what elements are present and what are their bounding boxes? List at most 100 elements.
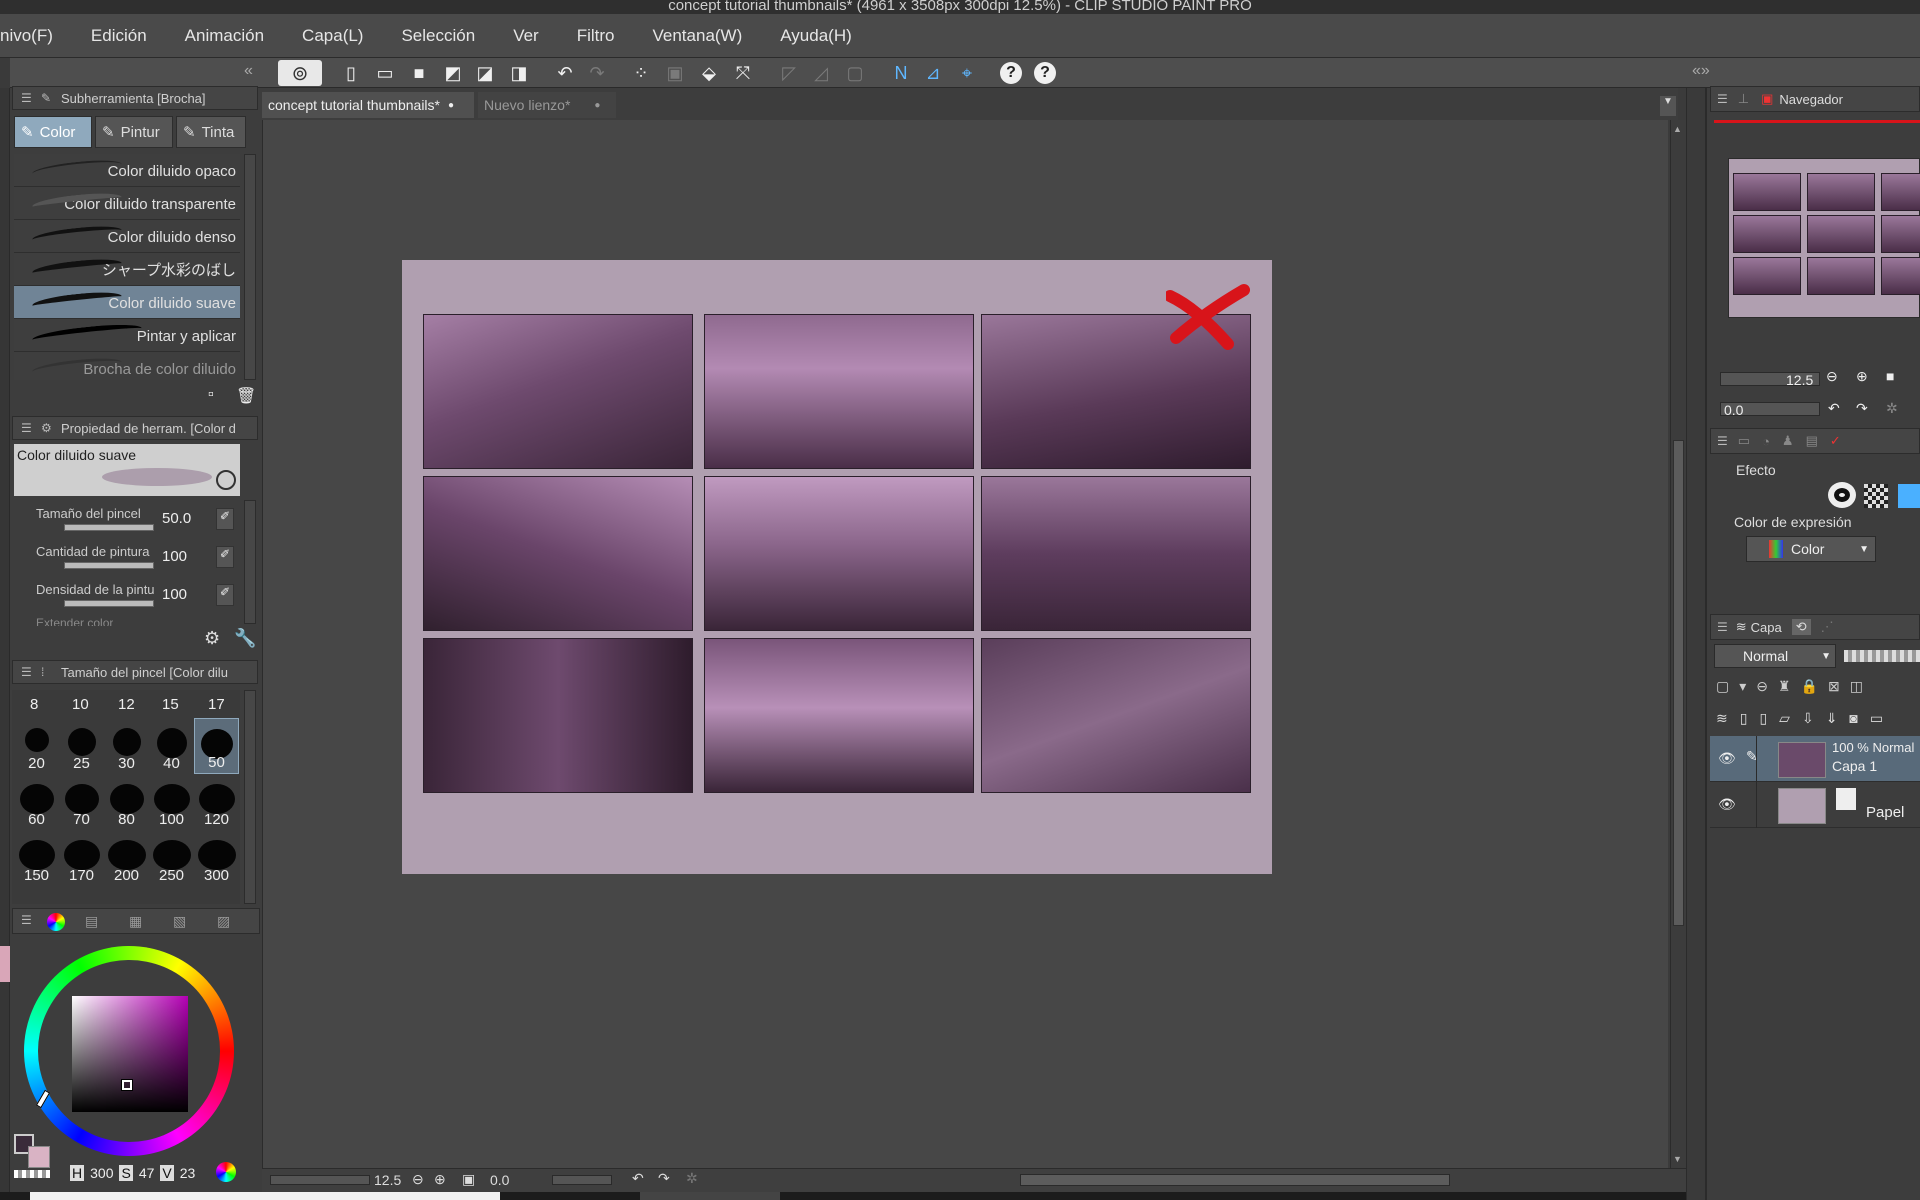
clear-icon[interactable]: ⁘ <box>628 60 654 86</box>
chevron-down-icon[interactable]: ▾ <box>1739 678 1746 695</box>
canvas-vertical-scrollbar[interactable]: ▲ ▼ <box>1670 120 1686 1168</box>
help-tips-icon[interactable]: ? <box>1034 62 1056 84</box>
color-swatch-edge[interactable] <box>0 946 10 982</box>
transfer-down-icon[interactable]: ⇩ <box>1802 710 1814 727</box>
brush-size-option[interactable]: 120 <box>194 774 239 830</box>
transform-icon[interactable]: ⤧ <box>730 60 756 86</box>
tool-property-scrollbar[interactable] <box>244 500 256 624</box>
mask-layer-icon[interactable]: ◙ <box>1849 710 1857 726</box>
menu-window[interactable]: Ventana(W) <box>634 26 762 46</box>
color-panel-header[interactable]: ☰ ▤ ▦ ▧ ▨ <box>12 908 260 934</box>
new-folder-icon[interactable]: ▱ <box>1779 710 1790 727</box>
right-dock-separator[interactable] <box>1686 88 1706 1200</box>
brush-size-option[interactable]: 30 <box>104 718 149 774</box>
panel-menu-icon[interactable]: ☰ <box>21 665 35 679</box>
export-layer-icon[interactable]: ◪ <box>472 60 498 86</box>
snap-grid-icon[interactable]: ⌖ <box>954 60 980 86</box>
layer-row[interactable]: 👁 Papel <box>1710 782 1920 828</box>
menu-view[interactable]: Ver <box>494 26 558 46</box>
opacity-slider[interactable] <box>1844 650 1920 662</box>
border-effect-icon[interactable] <box>1828 482 1856 508</box>
layer-color-icon[interactable]: ▢ <box>1716 678 1729 695</box>
redo-icon[interactable]: ↷ <box>584 60 610 86</box>
brush-size-option[interactable]: 150 <box>14 830 59 886</box>
material-tab-icon[interactable]: ▤ <box>1806 433 1818 449</box>
merge-icon[interactable]: ⇓ <box>1826 710 1838 727</box>
invert-selection-icon[interactable]: ◿ <box>808 60 834 86</box>
navigator-preview[interactable] <box>1728 158 1920 318</box>
trash-icon[interactable]: 🗑 <box>236 386 256 406</box>
tab-color[interactable]: ✎ Color <box>14 116 92 148</box>
list-item[interactable]: Color diluido opaco <box>14 154 240 187</box>
fill-icon[interactable]: ⬙ <box>696 60 722 86</box>
animation-tab-icon[interactable]: ⋰ <box>1821 619 1834 635</box>
transparent-color-swatch[interactable] <box>14 1170 50 1178</box>
pen-pressure-icon[interactable]: ✐ <box>216 546 234 568</box>
tone-effect-icon[interactable] <box>1864 484 1888 508</box>
menu-layer[interactable]: Capa(L) <box>283 26 382 46</box>
brush-size-option[interactable]: 70 <box>59 774 104 830</box>
navigator-header[interactable]: ☰ ⊥ ▣ Navegador <box>1710 86 1920 112</box>
brush-size-option[interactable]: 100 <box>149 774 194 830</box>
menu-help[interactable]: Ayuda(H) <box>761 26 871 46</box>
list-item[interactable]: Brocha de color diluido <box>14 352 240 380</box>
list-item[interactable]: Pintar y aplicar <box>14 319 240 352</box>
brush-size-option[interactable]: 250 <box>149 830 194 886</box>
export-animation-icon[interactable]: ◨ <box>506 60 532 86</box>
menu-edit[interactable]: Edición <box>72 26 166 46</box>
mask-icon[interactable]: ◫ <box>1850 678 1863 695</box>
blend-mode-dropdown[interactable]: Normal ▼ <box>1714 644 1836 668</box>
export-icon[interactable]: ◩ <box>440 60 466 86</box>
size-label[interactable]: 12 <box>118 696 135 713</box>
rotate-left-icon[interactable]: ↶ <box>632 1170 644 1187</box>
brush-size-option[interactable]: 200 <box>104 830 149 886</box>
panel-menu-icon[interactable]: ☰ <box>21 91 35 105</box>
scroll-up-icon[interactable]: ▲ <box>1673 124 1682 134</box>
color-slider-tab-icon[interactable]: ▤ <box>85 913 98 930</box>
rotation-slider[interactable] <box>552 1175 612 1185</box>
rotate-right-icon[interactable]: ↷ <box>1856 400 1868 417</box>
fit-icon[interactable]: ▣ <box>462 1171 475 1188</box>
pen-pressure-icon[interactable]: ✐ <box>216 584 234 606</box>
close-icon[interactable]: ● <box>594 100 600 111</box>
approximate-color-tab-icon[interactable]: ▨ <box>217 913 230 930</box>
menu-filter[interactable]: Filtro <box>558 26 634 46</box>
settings-gear-icon[interactable]: ⚙ <box>204 628 220 649</box>
paint-amount-row[interactable]: Cantidad de pintura 100 ✐ <box>22 544 242 578</box>
close-icon[interactable]: ● <box>448 100 454 111</box>
collapse-left-icon[interactable]: « <box>244 62 253 80</box>
eye-icon[interactable]: 👁 <box>1718 750 1736 767</box>
layer-row-selected[interactable]: 👁 ✎ 100 % Normal Capa 1 <box>1710 736 1920 782</box>
rotate-right-icon[interactable]: ↷ <box>658 1170 670 1187</box>
tabs-dropdown-icon[interactable]: ▼ <box>1660 96 1676 116</box>
layers-icon[interactable]: ≋ <box>1716 710 1728 727</box>
brush-tab-icon[interactable]: ✓ <box>1830 433 1841 449</box>
ruler-icon[interactable]: ▭ <box>1870 710 1883 727</box>
brush-size-option[interactable]: 170 <box>59 830 104 886</box>
zoom-slider[interactable] <box>270 1175 370 1185</box>
navigator-zoom-value[interactable]: 12.5 <box>1786 372 1813 388</box>
open-folder-icon[interactable]: ▭ <box>372 60 398 86</box>
panel-menu-icon[interactable]: ☰ <box>21 913 32 927</box>
rotate-left-icon[interactable]: ↶ <box>1828 400 1840 417</box>
eye-icon[interactable]: 👁 <box>1718 796 1736 813</box>
color-set-tab-icon[interactable]: ▦ <box>129 913 142 930</box>
fit-window-icon[interactable]: ■ <box>1886 368 1894 384</box>
collapse-right-icon[interactable]: «» <box>1692 62 1710 80</box>
clip-studio-logo-button[interactable]: ⊚ <box>278 60 322 86</box>
help-icon[interactable]: ? <box>1000 62 1022 84</box>
rotation-value[interactable]: 0.0 <box>490 1172 509 1188</box>
undo-icon[interactable]: ↶ <box>552 60 578 86</box>
sub-color-swatch[interactable] <box>28 1146 50 1168</box>
reference-icon[interactable]: ♜ <box>1778 678 1791 695</box>
saturation-value-square[interactable] <box>72 996 188 1112</box>
size-label[interactable]: 17 <box>208 696 225 713</box>
brush-size-header[interactable]: ☰ ⁞ Tamaño del pincel [Color dilu <box>12 660 258 684</box>
pen-pressure-icon[interactable]: ✐ <box>216 508 234 530</box>
deselect-icon[interactable]: ◸ <box>776 60 802 86</box>
brush-size-slider[interactable] <box>64 524 154 531</box>
panel-menu-icon[interactable]: ☰ <box>1717 620 1728 634</box>
subview-tab-icon[interactable]: ⊥ <box>1738 91 1749 107</box>
scroll-thumb[interactable] <box>1673 440 1684 926</box>
layer-panel-header[interactable]: ☰ ≋ Capa ⟲ ⋰ <box>1710 614 1920 640</box>
